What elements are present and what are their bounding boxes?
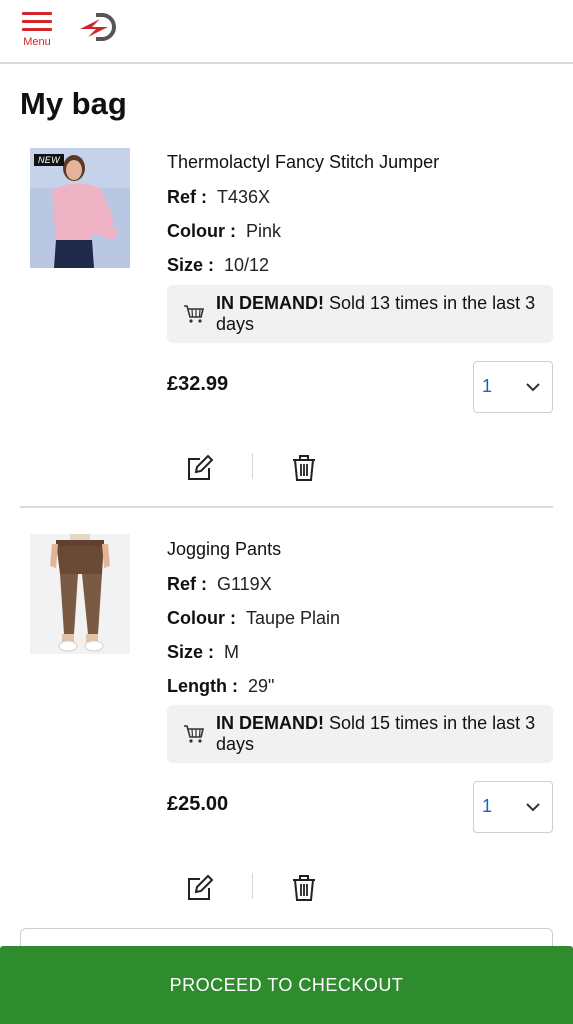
demand-text: IN DEMAND! Sold 15 times in the last 3 d… <box>216 713 536 755</box>
chevron-down-icon <box>526 383 540 392</box>
quantity-select[interactable]: 1 <box>473 361 553 413</box>
cart-icon <box>184 725 205 743</box>
in-demand-notice: IN DEMAND! Sold 13 times in the last 3 d… <box>167 285 553 343</box>
attribute-value: Pink <box>246 221 282 241</box>
ref-attribute: Ref : T436X <box>167 187 270 208</box>
trash-icon[interactable] <box>291 454 317 482</box>
trash-icon[interactable] <box>291 874 317 902</box>
attribute-label: Size : <box>167 255 215 275</box>
ref-attribute: Ref : G119X <box>167 574 272 595</box>
page-title: My bag <box>20 86 127 121</box>
menu-button[interactable]: Menu <box>20 10 54 52</box>
attribute-value: Taupe Plain <box>246 608 341 628</box>
item-divider <box>20 506 553 508</box>
item-price: £25.00 <box>167 793 229 815</box>
product-name[interactable]: Jogging Pants <box>167 539 281 560</box>
menu-label: Menu <box>23 36 51 48</box>
product-image[interactable]: NEW <box>30 148 130 268</box>
attribute-label: Colour : <box>167 221 236 241</box>
brand-logo[interactable] <box>78 11 122 43</box>
attribute-label: Length : <box>167 676 238 696</box>
size-attribute: Size : M <box>167 642 239 663</box>
action-separator <box>252 453 253 479</box>
attribute-label: Size : <box>167 642 215 662</box>
hamburger-icon <box>22 12 52 15</box>
attribute-label: Ref : <box>167 574 207 594</box>
in-demand-notice: IN DEMAND! Sold 15 times in the last 3 d… <box>167 705 553 763</box>
chevron-down-icon <box>526 803 540 812</box>
product-image[interactable] <box>30 534 130 654</box>
new-badge: NEW <box>34 154 64 166</box>
attribute-value: M <box>224 642 240 662</box>
cart-icon <box>184 305 205 323</box>
action-separator <box>252 873 253 899</box>
attribute-value: T436X <box>217 187 271 207</box>
attribute-value: 29" <box>247 676 275 696</box>
demand-label: IN DEMAND! <box>216 293 324 313</box>
edit-icon[interactable] <box>186 874 214 902</box>
top-bar: Menu <box>0 0 573 64</box>
length-attribute: Length : 29" <box>167 676 274 697</box>
product-name[interactable]: Thermolactyl Fancy Stitch Jumper <box>167 152 439 173</box>
attribute-value: G119X <box>217 574 272 594</box>
colour-attribute: Colour : Taupe Plain <box>167 608 340 629</box>
quantity-select[interactable]: 1 <box>473 781 553 833</box>
demand-label: IN DEMAND! <box>216 713 324 733</box>
proceed-to-checkout-button[interactable]: PROCEED TO CHECKOUT <box>0 946 573 1024</box>
quantity-value: 1 <box>482 796 493 816</box>
hamburger-icon-line <box>22 20 52 23</box>
hamburger-icon-line <box>22 28 52 31</box>
item-price: £32.99 <box>167 373 229 395</box>
attribute-value: 10/12 <box>224 255 270 275</box>
demand-text: IN DEMAND! Sold 13 times in the last 3 d… <box>216 293 536 335</box>
colour-attribute: Colour : Pink <box>167 221 281 242</box>
edit-icon[interactable] <box>186 454 214 482</box>
attribute-label: Ref : <box>167 187 207 207</box>
attribute-label: Colour : <box>167 608 236 628</box>
quantity-value: 1 <box>482 376 493 396</box>
size-attribute: Size : 10/12 <box>167 255 269 276</box>
